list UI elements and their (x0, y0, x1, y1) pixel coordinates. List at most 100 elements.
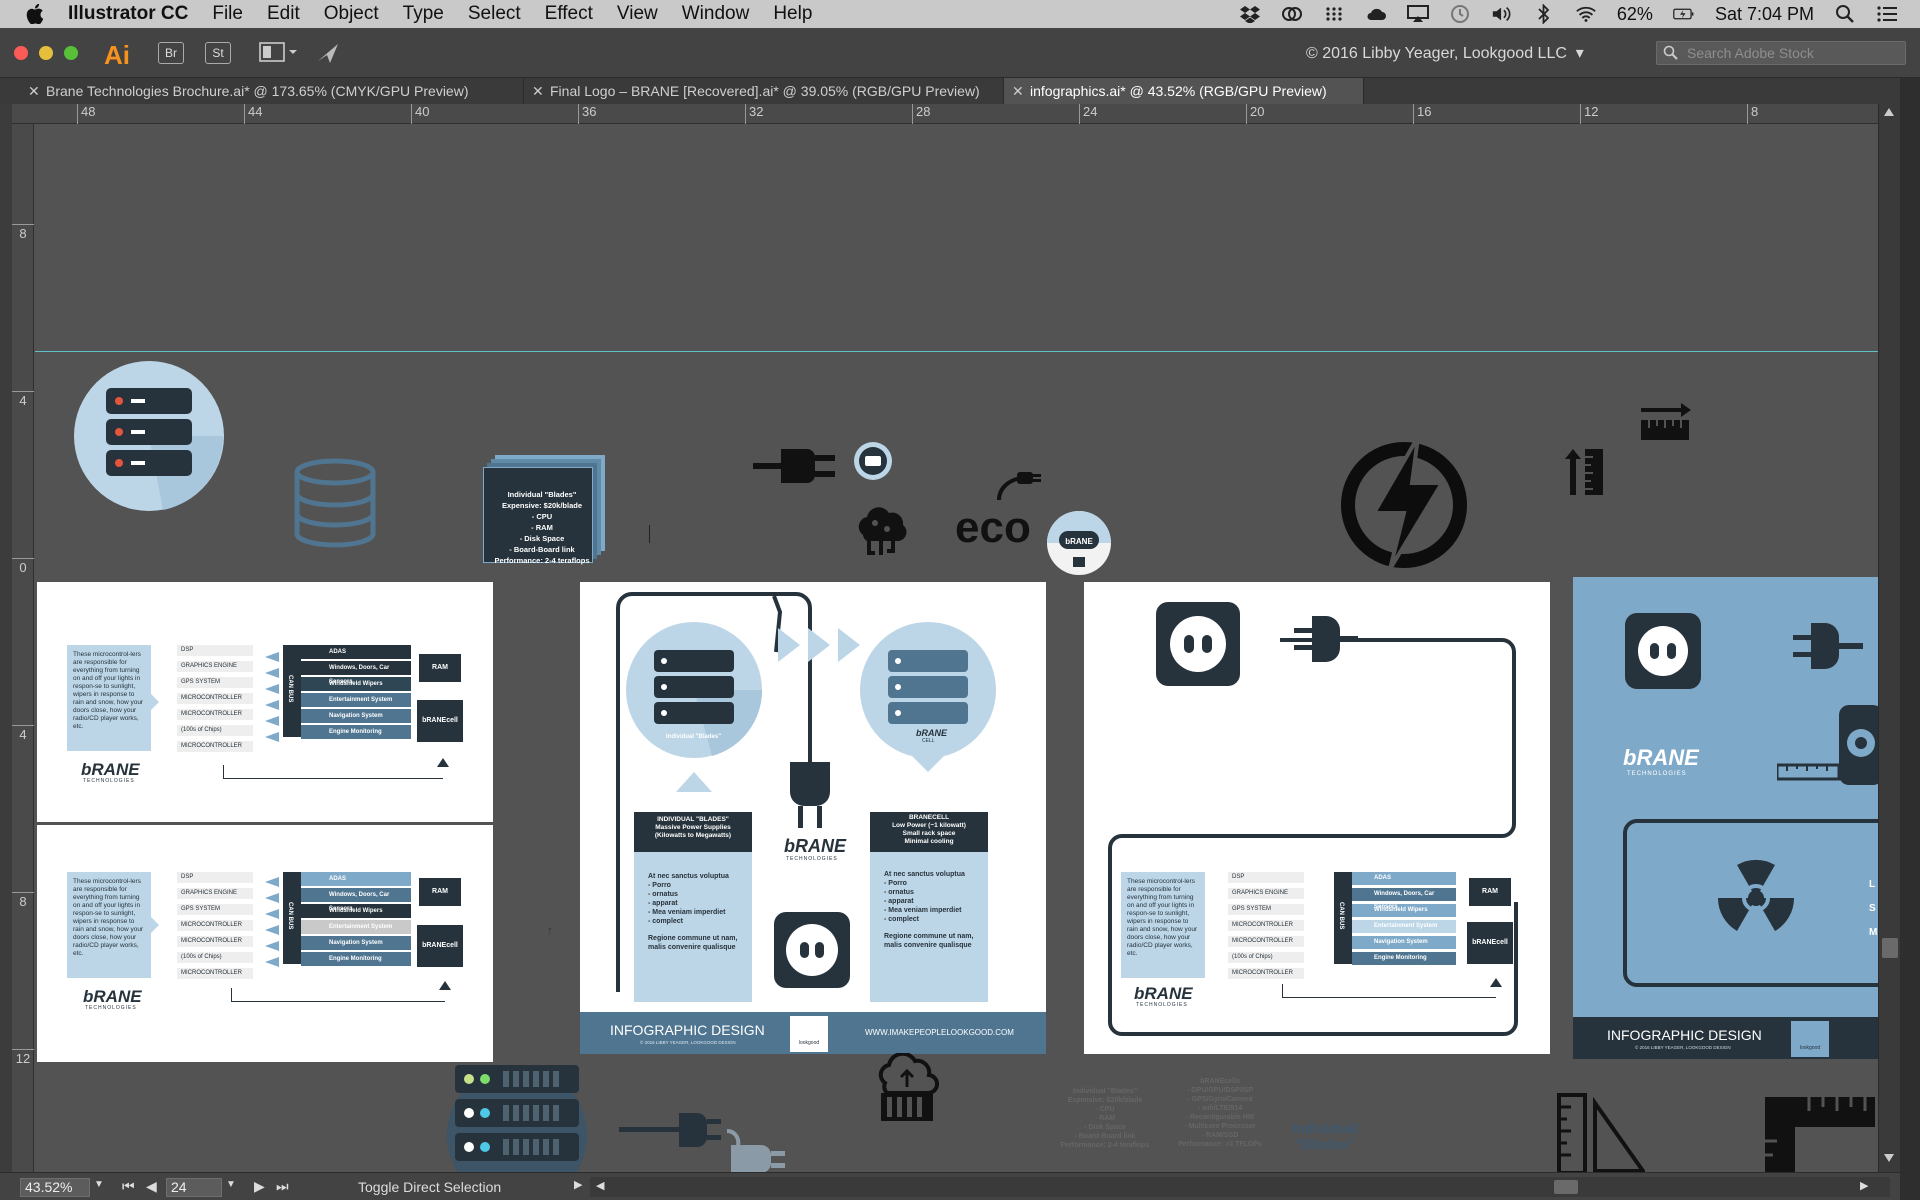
apple-menu-icon[interactable] (26, 4, 56, 24)
close-tab-icon[interactable]: ✕ (28, 78, 40, 104)
menu-object[interactable]: Object (324, 3, 379, 25)
artboard-dropdown-icon[interactable]: ▼ (226, 1179, 236, 1190)
window-right-edge (1900, 78, 1920, 1200)
first-artboard-icon[interactable]: ⏮ (122, 1178, 135, 1195)
chip-list: DSP GRAPHICS ENGINE GPS SYSTEM MICROCONT… (1228, 872, 1304, 984)
ruler-up-icon[interactable] (1565, 445, 1607, 497)
scroll-up-icon[interactable] (1884, 108, 1894, 116)
blades-vs-branecell-panel[interactable]: Individual "Blades" bRANE CELL INDIVIDUA… (580, 582, 1046, 1054)
menu-select[interactable]: Select (468, 3, 521, 25)
dropbox-icon[interactable] (1239, 5, 1261, 23)
arrange-documents-icon[interactable] (258, 40, 298, 64)
bluetooth-icon[interactable] (1533, 4, 1555, 24)
brane-logo: bRANE (81, 760, 140, 779)
artboard-number-field[interactable]: 24 (166, 1178, 222, 1197)
tab-final-logo[interactable]: ✕ Final Logo – BRANE [Recovered].ai* @ 39… (524, 78, 1004, 104)
cloud-icon[interactable] (1365, 5, 1387, 23)
server-rack-icon[interactable] (73, 360, 225, 512)
plug-pair-icon[interactable] (619, 1105, 799, 1172)
scroll-left-icon[interactable]: ◀ (596, 1179, 604, 1192)
database-icon[interactable] (293, 458, 377, 548)
time-machine-icon[interactable] (1449, 5, 1471, 23)
close-window-button[interactable] (14, 46, 28, 60)
vertical-scroll-thumb[interactable] (1882, 938, 1898, 958)
microcontroller-panel-2[interactable]: These microcontrol-lers are responsible … (37, 825, 493, 1062)
brane-chip-badge[interactable]: bRANE (1047, 509, 1111, 577)
artboard-canvas[interactable]: Individual "Blades" Expensive: $20k/blad… (35, 125, 1878, 1172)
menu-type[interactable]: Type (403, 3, 444, 25)
vertical-scrollbar[interactable] (1878, 104, 1900, 1172)
brane-logo-sub: TECHNOLOGIES (786, 856, 838, 862)
tab-infographics[interactable]: ✕ infographics.ai* @ 43.52% (RGB/GPU Prev… (1004, 78, 1364, 104)
current-tool-status[interactable]: Toggle Direct Selection (358, 1179, 501, 1195)
minimize-window-button[interactable] (39, 46, 53, 60)
battery-charging-icon[interactable] (1673, 5, 1695, 23)
eco-plug-icon[interactable]: eco (953, 470, 1053, 550)
branecell-logo: bRANE (916, 728, 947, 738)
app-name-menu[interactable]: Illustrator CC (68, 3, 188, 25)
creative-cloud-icon[interactable] (1281, 5, 1303, 23)
previous-artboard-icon[interactable]: ◀ (146, 1178, 157, 1195)
menu-edit[interactable]: Edit (267, 3, 300, 25)
close-tab-icon[interactable]: ✕ (532, 78, 544, 104)
footer-copy: © 2016 LIBBY YEAGER, LOOKGOOD DESIGN (640, 1040, 736, 1045)
bus-items: ADAS Windows, Doors, Car Sensors Windshi… (1352, 872, 1456, 974)
zoom-dropdown-icon[interactable]: ▼ (94, 1179, 104, 1190)
menu-effect[interactable]: Effect (545, 3, 593, 25)
stock-button[interactable]: St (205, 42, 231, 64)
lightning-bolt-icon[interactable] (1340, 433, 1468, 573)
workspace-switcher[interactable]: © 2016 Libby Yeager, Lookgood LLC ▾ (1306, 43, 1584, 63)
menu-view[interactable]: View (617, 3, 658, 25)
airplay-icon[interactable] (1406, 5, 1429, 23)
ruler-triangle-icon[interactable] (1555, 1093, 1645, 1172)
ruler-corner-icon[interactable] (1765, 1097, 1875, 1172)
blue-infographic-panel[interactable]: bRANE TECHNOLOGIES L S M INFOGRAPHIC DES… (1573, 577, 1878, 1059)
next-artboard-icon[interactable]: ▶ (254, 1178, 265, 1195)
outlet-cable-panel[interactable]: These microcontrol-lers are responsible … (1084, 582, 1550, 1054)
microcontroller-panel-1[interactable]: These microcontrol-lers are responsible … (37, 582, 493, 822)
tab-brochure[interactable]: ✕ Brane Technologies Brochure.ai* @ 173.6… (20, 78, 524, 104)
bridge-button[interactable]: Br (158, 42, 184, 64)
zoom-window-button[interactable] (64, 46, 78, 60)
menu-help[interactable]: Help (773, 3, 812, 25)
clock[interactable]: Sat 7:04 PM (1715, 4, 1814, 25)
power-plug-icon[interactable] (753, 443, 837, 489)
ruler-right-icon[interactable] (1637, 400, 1693, 444)
branecell-illustration (860, 622, 996, 778)
ruler-label: 44 (244, 104, 262, 124)
chip-list: DSP GRAPHICS ENGINE GPS SYSTEM MICROCONT… (177, 872, 253, 984)
guide-line[interactable] (35, 351, 1878, 352)
tab-label: Brane Technologies Brochure.ai* @ 173.65… (46, 83, 469, 99)
volume-icon[interactable] (1491, 5, 1513, 23)
up-arrow (676, 772, 712, 792)
server-tower-icon[interactable] (447, 1055, 587, 1172)
spotlight-search-icon[interactable] (1834, 5, 1856, 23)
search-adobe-stock-input[interactable]: Search Adobe Stock (1656, 41, 1906, 65)
chip-badge-icon[interactable] (853, 441, 893, 481)
horizontal-ruler[interactable]: 48 44 40 36 32 28 24 20 16 12 8 (12, 104, 1880, 124)
zoom-level-field[interactable]: 43.52% (20, 1178, 90, 1197)
notification-center-icon[interactable] (1876, 5, 1898, 23)
blades-stack-card[interactable]: Individual "Blades" Expensive: $20k/blad… (483, 455, 607, 571)
vertical-ruler[interactable]: 8 4 0 4 8 12 (12, 124, 34, 1172)
microcontroller-description: These microcontrol-lers are responsible … (67, 872, 151, 978)
menu-file[interactable]: File (212, 3, 243, 25)
status-menu-area: 62% Sat 7:04 PM (1239, 0, 1920, 28)
lookgood-badge: lookgood (1791, 1021, 1829, 1057)
microcontroller-description: These microcontrol-lers are responsible … (67, 645, 151, 751)
cloud-brain-icon[interactable] (853, 505, 909, 557)
footer-url: WWW.IMAKEPEOPLELOOKGOOD.COM (865, 1028, 1014, 1037)
status-menu-arrow-icon[interactable]: ▶ (574, 1178, 582, 1191)
horizontal-scroll-thumb[interactable] (1554, 1180, 1578, 1194)
scroll-right-icon[interactable]: ▶ (1860, 1179, 1868, 1192)
horizontal-scrollbar[interactable]: ◀ ▶ (590, 1177, 1890, 1197)
cloud-server-icon[interactable] (875, 1053, 939, 1123)
menu-window[interactable]: Window (682, 3, 750, 25)
close-tab-icon[interactable]: ✕ (1012, 78, 1024, 104)
ruler-label: 8 (1747, 104, 1758, 124)
gpu-performance-icon[interactable] (316, 41, 340, 65)
last-artboard-icon[interactable]: ⏭ (276, 1178, 289, 1195)
grid-dots-icon[interactable] (1323, 5, 1345, 23)
wifi-icon[interactable] (1575, 5, 1597, 23)
scroll-down-icon[interactable] (1884, 1154, 1894, 1162)
